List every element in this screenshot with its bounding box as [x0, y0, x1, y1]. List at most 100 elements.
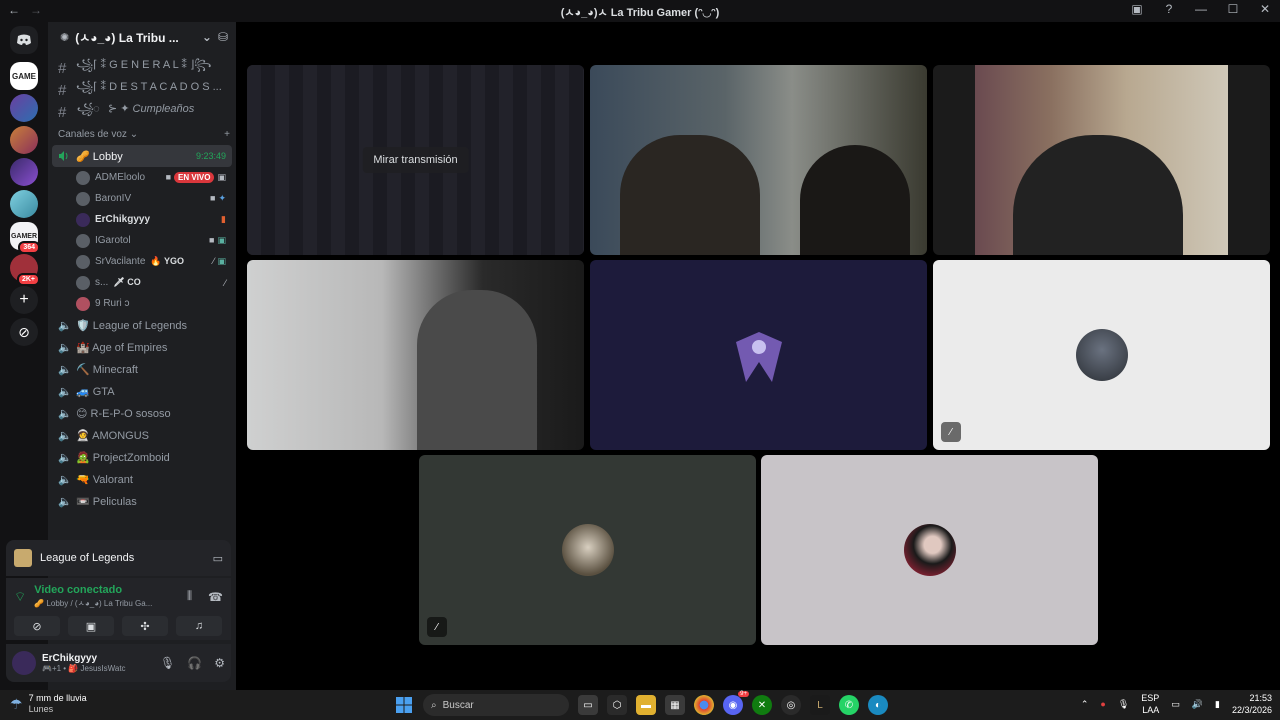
close-icon[interactable]: ✕ — [1256, 2, 1274, 16]
help-icon[interactable]: ? — [1160, 2, 1178, 16]
avatar-tile[interactable]: ⁄ — [419, 455, 756, 645]
xbox-icon[interactable]: ✕ — [752, 695, 772, 715]
windows-start-icon[interactable] — [394, 695, 414, 715]
user-status: 🎮+1 • 🎒 JesusIsWatc — [42, 664, 126, 673]
voice-category[interactable]: Canales de voz ⌄ + — [48, 123, 236, 145]
voice-user[interactable]: BaronIV ■ ✦ — [48, 188, 236, 209]
activities-button[interactable]: ✣ — [122, 616, 168, 636]
hash-icon: # — [58, 103, 67, 121]
whatsapp-icon[interactable]: ✆ — [839, 695, 859, 715]
stream-tile[interactable]: Mirar transmisión — [247, 65, 584, 255]
microphone-icon[interactable]: 🎙 — [1118, 699, 1129, 710]
chrome-icon[interactable] — [694, 695, 714, 715]
search-icon: ⌕ — [431, 699, 437, 711]
file-explorer-icon[interactable]: ▬ — [636, 695, 656, 715]
voice-user[interactable]: ErChikgyyy ▮ — [48, 209, 236, 230]
username[interactable]: ErChikgyyy — [42, 653, 126, 664]
server-icon[interactable] — [10, 94, 38, 122]
gear-icon[interactable]: ⚙ — [214, 656, 225, 670]
voice-user[interactable]: ADMEloolo ■ EN VIVO ▣ — [48, 167, 236, 188]
window-titlebar: ← → (ㅅ◕_◕)ㅅ La Tribu Gamer (ᵔ◡ᵔ) ▣ ? — ☐… — [0, 0, 1280, 22]
toggle-camera-button[interactable]: ⊘ — [14, 616, 60, 636]
task-view-icon[interactable]: ▭ — [578, 695, 598, 715]
steam-icon[interactable]: ◎ — [781, 695, 801, 715]
wolf-avatar — [561, 524, 614, 576]
app-tray-icon[interactable]: ● — [1100, 699, 1105, 709]
voice-user[interactable]: SrVacilante 🔥 YGO ⁄ ▣ — [48, 251, 236, 272]
voice-status[interactable]: Video conectado — [34, 584, 179, 596]
text-channel[interactable]: # ꧁⌈ ⁑ D E S T A C A D O S ... — [48, 79, 236, 101]
maximize-icon[interactable]: ☐ — [1224, 2, 1242, 16]
share-screen-button[interactable]: ▣ — [68, 616, 114, 636]
voice-user[interactable]: 9 Ruri ɔ — [48, 293, 236, 314]
clock[interactable]: 21:53 22/3/2026 — [1232, 692, 1272, 716]
text-channel[interactable]: # ꧁◌⃤⊱ ✦ Cumpleaños — [48, 101, 236, 123]
watch-stream-button[interactable]: Mirar transmisión — [362, 147, 469, 173]
store-icon[interactable]: ▦ — [665, 695, 685, 715]
add-channel-icon[interactable]: + — [224, 129, 230, 140]
voice-channel[interactable]: 🔈 🧟 ProjectZomboid — [52, 446, 232, 468]
volume-icon[interactable]: 🔊 — [1192, 699, 1203, 710]
voice-channel[interactable]: 🔈 ⛏️ Minecraft — [52, 358, 232, 380]
avatar-tile[interactable] — [761, 455, 1098, 645]
disconnect-icon[interactable]: ☎ — [208, 590, 223, 604]
server-icon[interactable]: GAME — [10, 62, 38, 90]
network-icon[interactable]: ▭ — [1171, 699, 1180, 710]
server-icon[interactable] — [10, 158, 38, 186]
minimize-icon[interactable]: — — [1192, 2, 1210, 16]
voice-channel[interactable]: 🔈 🏰 Age of Empires — [52, 336, 232, 358]
voice-channel[interactable]: 🔈 📼 Peliculas — [52, 490, 232, 512]
chevron-up-icon[interactable]: ⌃ — [1081, 699, 1089, 710]
league-client-icon[interactable]: L — [810, 695, 830, 715]
discover-icon[interactable]: ⊘ — [10, 318, 38, 346]
add-server-icon[interactable]: + — [10, 286, 38, 314]
rain-icon: ☂ — [10, 695, 23, 712]
user-panel: ErChikgyyy 🎮+1 • 🎒 JesusIsWatc 🎙 🎧 ⚙ — [6, 644, 231, 682]
browser-icon[interactable]: ◐ — [868, 695, 888, 715]
headphones-icon[interactable]: 🎧 — [187, 656, 202, 670]
voice-channel[interactable]: 🔈 🚙 GTA — [52, 380, 232, 402]
speaker-icon: 🔈 — [58, 364, 72, 376]
server-icon[interactable] — [10, 190, 38, 218]
discord-home-icon[interactable] — [10, 26, 38, 54]
forward-arrow-icon[interactable]: → — [30, 3, 42, 17]
avatar[interactable] — [12, 651, 36, 675]
voice-channel-lobby[interactable]: 🥜 Lobby 9:23:49 — [52, 145, 232, 167]
server-icon[interactable]: 2K+ — [10, 254, 40, 286]
speaker-icon: 🔈 — [58, 342, 72, 354]
battery-icon[interactable]: ▮ — [1215, 699, 1220, 710]
server-icon-active[interactable]: GAMER 364 — [10, 222, 40, 254]
invite-icon[interactable]: ⛁ — [218, 30, 228, 44]
voice-channel[interactable]: 🔈 😊 R-E-P-O sososo — [52, 402, 232, 424]
game-icon: ▮ — [221, 214, 226, 224]
back-arrow-icon[interactable]: ← — [8, 3, 20, 17]
text-channel[interactable]: # ꧁⌈ ⁑ G E N E R A L ⁑ ⌋꧂ — [48, 57, 236, 79]
app-icon[interactable]: ⬡ — [607, 695, 627, 715]
hash-icon: # — [58, 81, 67, 99]
video-tile[interactable] — [933, 65, 1270, 255]
voice-channel-path[interactable]: 🥜 Lobby / (ㅅ◕_◕) La Tribu Ga... — [34, 598, 179, 609]
game-icon: ▣ — [217, 235, 226, 245]
video-tile[interactable] — [590, 65, 927, 255]
voice-user[interactable]: s... 🗡 CO ⁄ — [48, 272, 236, 293]
avatar-tile[interactable] — [590, 260, 927, 450]
inbox-icon[interactable]: ▣ — [1128, 2, 1146, 16]
video-tile[interactable] — [247, 260, 584, 450]
voice-user[interactable]: IGarotol ■ ▣ — [48, 230, 236, 251]
avatar-tile[interactable]: ⁄ — [933, 260, 1270, 450]
noise-suppression-icon[interactable]: ⫼ — [187, 590, 192, 603]
voice-channel[interactable]: 🔈 🛡️ League of Legends — [52, 314, 232, 336]
server-header[interactable]: ✺ (ㅅ◕_◕) La Tribu ... ⌄ ⛁ — [48, 22, 236, 52]
server-icon[interactable] — [10, 126, 38, 154]
call-timer: 9:23:49 — [195, 151, 226, 161]
voice-channel[interactable]: 🔈 🔫 Valorant — [52, 468, 232, 490]
weather-widget[interactable]: ☂ 7 mm de lluvia Lunes — [10, 693, 87, 715]
soundboard-button[interactable]: ♫ — [176, 616, 222, 636]
game-activity-bar[interactable]: League of Legends ▭ — [6, 540, 231, 576]
discord-icon[interactable]: ◉ 9+ — [723, 691, 749, 715]
taskbar-search[interactable]: ⌕ Buscar — [423, 694, 569, 716]
screen-share-icon[interactable]: ▭ — [213, 552, 223, 565]
language-indicator[interactable]: ESP LAA — [1141, 692, 1159, 716]
voice-channel[interactable]: 🔈 🧑‍🚀 AMONGUS — [52, 424, 232, 446]
microphone-icon[interactable]: 🎙 — [160, 656, 175, 670]
